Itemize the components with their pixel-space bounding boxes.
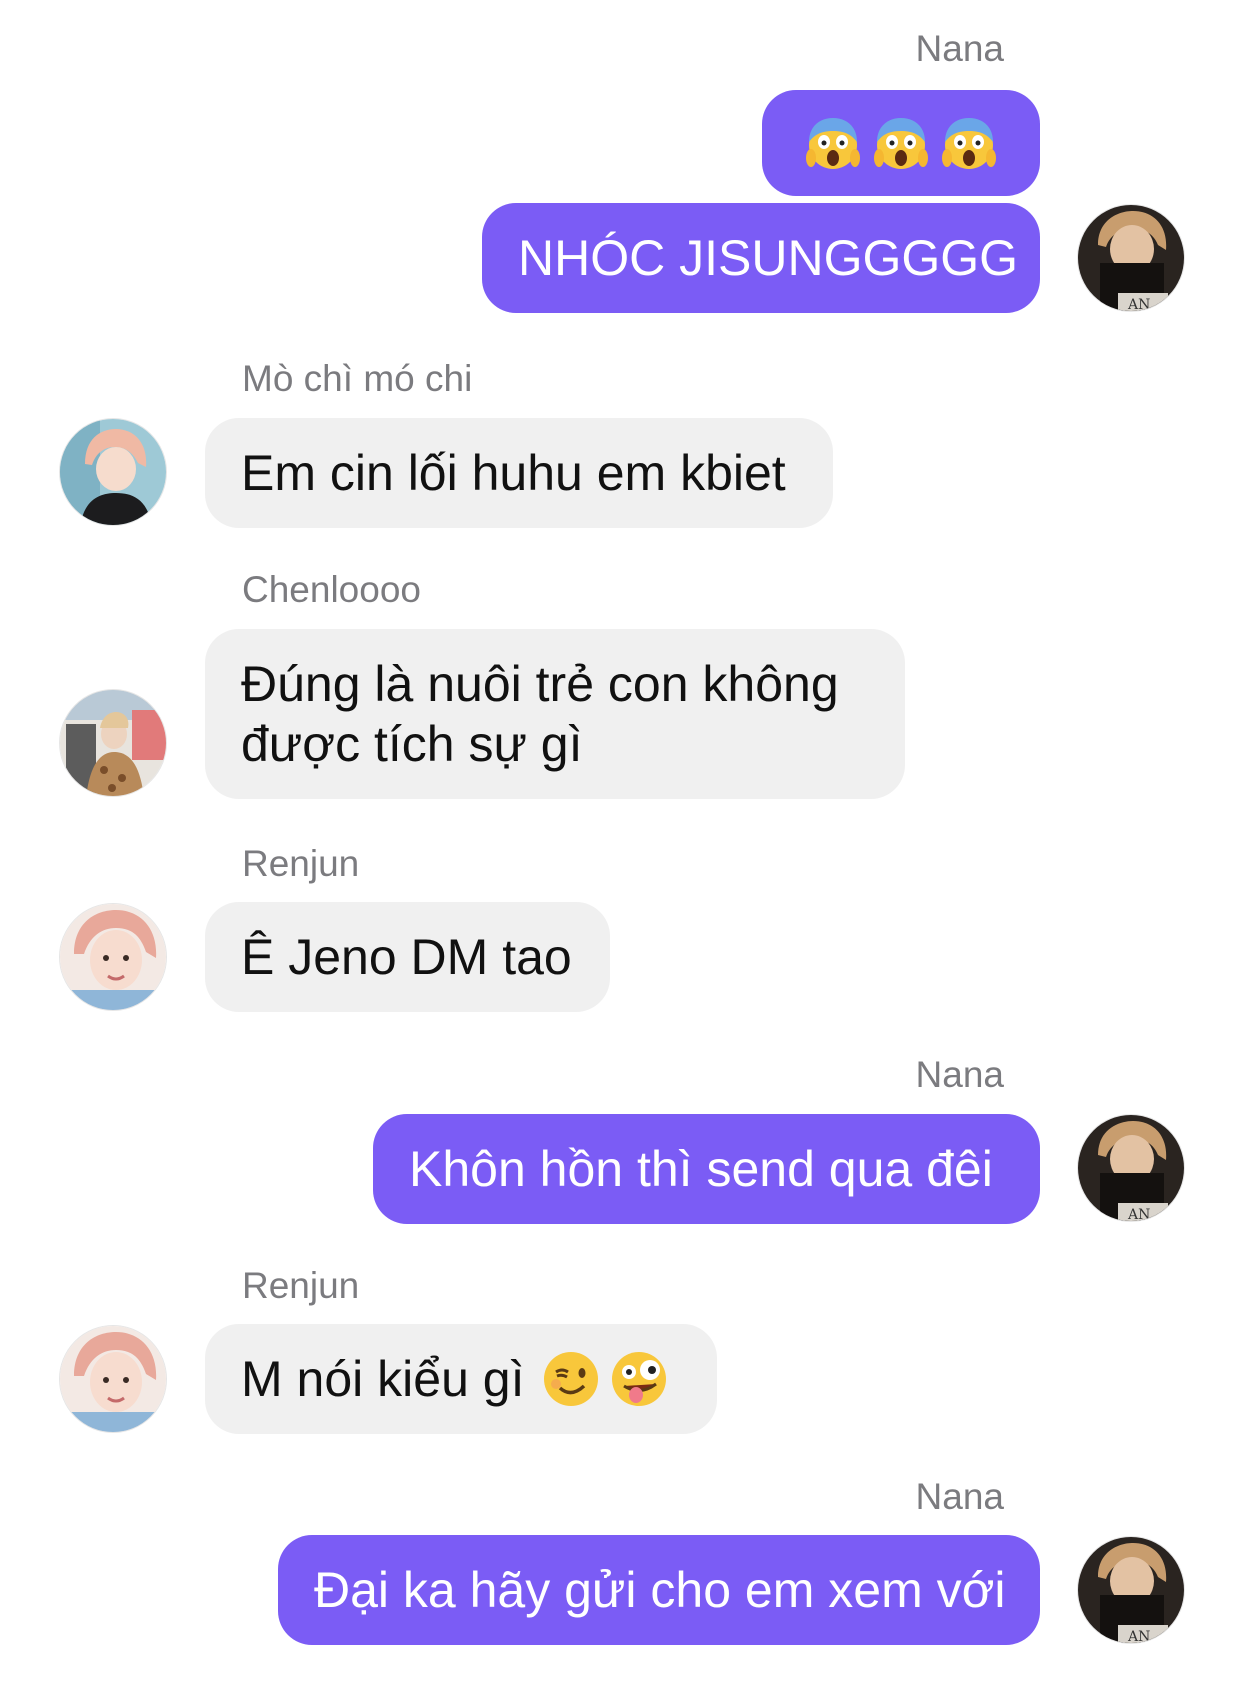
message-bubble-incoming[interactable]: Ê Jeno DM tao <box>205 902 610 1012</box>
scream-emoji <box>940 114 998 172</box>
scream-emoji <box>804 114 862 172</box>
message-text: Khôn hồn thì send qua đêi <box>409 1141 993 1197</box>
sender-label: Renjun <box>242 1265 360 1306</box>
message-text: M nói kiểu gì <box>241 1351 525 1407</box>
sender-label: Chenloooo <box>242 569 421 610</box>
avatar-chenloooo[interactable] <box>59 689 167 797</box>
message-bubble-outgoing[interactable]: Khôn hồn thì send qua đêi <box>373 1114 1040 1224</box>
svg-text:AN: AN <box>1127 1629 1150 1644</box>
avatar-nana[interactable]: AN <box>1077 204 1185 312</box>
message-text-line: Đúng là nuôi trẻ con không <box>241 656 839 712</box>
message-text-line: được tích sự gì <box>241 716 583 772</box>
message-text: Đúng là nuôi trẻ con không được tích sự … <box>241 654 839 774</box>
message-bubble-outgoing[interactable] <box>762 90 1040 196</box>
zany-face-emoji <box>610 1350 668 1408</box>
avatar-nana[interactable]: AN <box>1077 1114 1185 1222</box>
message-text: Đại ka hãy gửi cho em xem với <box>314 1562 1006 1618</box>
message-bubble-incoming[interactable]: Em cin lối huhu em kbiet <box>205 418 833 528</box>
avatar-mo-chi-mo-chi[interactable] <box>59 418 167 526</box>
svg-text:AN: AN <box>1127 1207 1150 1222</box>
avatar-renjun[interactable] <box>59 903 167 1011</box>
sender-label: Nana <box>915 28 1004 69</box>
message-bubble-outgoing[interactable]: NHÓC JISUNGGGGG <box>482 203 1040 313</box>
sender-label: Renjun <box>242 843 360 884</box>
message-text: Ê Jeno DM tao <box>241 929 572 985</box>
wink-emoji <box>542 1350 600 1408</box>
message-text: NHÓC JISUNGGGGG <box>518 230 1019 286</box>
message-bubble-incoming[interactable]: M nói kiểu gì <box>205 1324 717 1434</box>
sender-label: Nana <box>915 1476 1004 1517</box>
sender-label: Nana <box>915 1054 1004 1095</box>
svg-text:AN: AN <box>1127 297 1150 312</box>
message-bubble-incoming[interactable]: Đúng là nuôi trẻ con không được tích sự … <box>205 629 905 799</box>
sender-label: Mò chì mó chi <box>242 358 473 399</box>
scream-emoji <box>872 114 930 172</box>
avatar-renjun[interactable] <box>59 1325 167 1433</box>
message-bubble-outgoing[interactable]: Đại ka hãy gửi cho em xem với <box>278 1535 1040 1645</box>
message-text: Em cin lối huhu em kbiet <box>241 445 786 501</box>
avatar-nana[interactable]: AN <box>1077 1536 1185 1644</box>
